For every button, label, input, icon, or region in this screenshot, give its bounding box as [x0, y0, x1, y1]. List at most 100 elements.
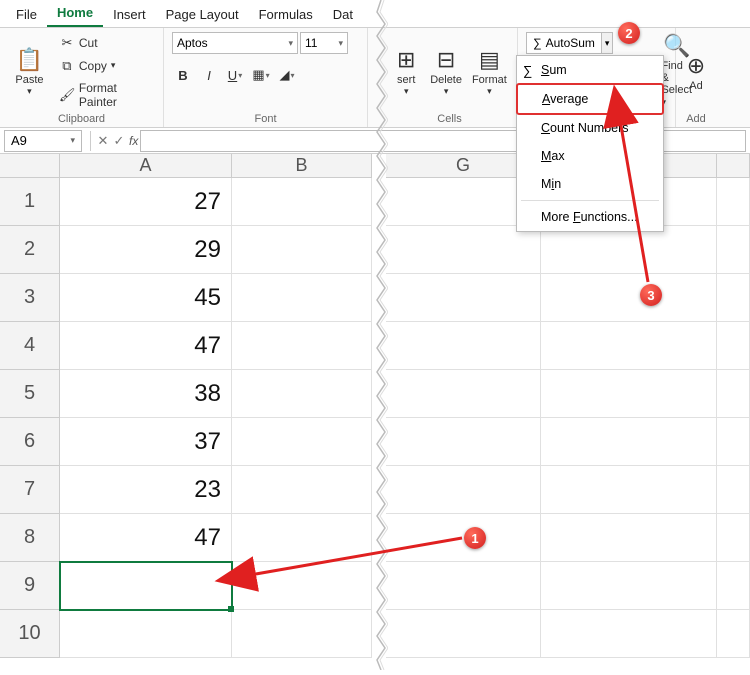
- cell[interactable]: [717, 274, 750, 322]
- cell[interactable]: [717, 418, 750, 466]
- col-header[interactable]: B: [232, 154, 372, 178]
- cell[interactable]: [541, 322, 717, 370]
- cell[interactable]: 47: [60, 322, 232, 370]
- row-header[interactable]: 8: [0, 514, 60, 562]
- cell[interactable]: [232, 274, 372, 322]
- format-cells-button[interactable]: ▤ Format▾: [470, 32, 509, 111]
- paste-button[interactable]: 📋 Paste ▾: [8, 32, 51, 111]
- fill-color-button[interactable]: ◢▾: [276, 64, 298, 86]
- font-name-combo[interactable]: Aptos▾: [172, 32, 298, 54]
- cell[interactable]: [232, 610, 372, 658]
- row-header[interactable]: 4: [0, 322, 60, 370]
- fx-icon[interactable]: fx: [129, 134, 138, 148]
- col-header[interactable]: [717, 154, 750, 178]
- cell[interactable]: [541, 466, 717, 514]
- cell[interactable]: [386, 466, 541, 514]
- tab-data[interactable]: Dat: [323, 3, 363, 27]
- chevron-down-icon: ▾: [70, 135, 75, 146]
- cell[interactable]: [541, 274, 717, 322]
- row-header[interactable]: 6: [0, 418, 60, 466]
- cell[interactable]: [232, 370, 372, 418]
- menu-item-average[interactable]: Average: [516, 83, 664, 115]
- row-header[interactable]: 3: [0, 274, 60, 322]
- cell[interactable]: [60, 610, 232, 658]
- font-size-combo[interactable]: 11▾: [300, 32, 348, 54]
- cell[interactable]: [232, 226, 372, 274]
- borders-button[interactable]: ▦▾: [250, 64, 272, 86]
- bold-button[interactable]: B: [172, 64, 194, 86]
- cell[interactable]: [717, 466, 750, 514]
- cell[interactable]: [541, 610, 717, 658]
- cell[interactable]: [541, 370, 717, 418]
- format-painter-button[interactable]: 🖌 Format Painter: [55, 80, 155, 110]
- menu-item-min[interactable]: Min: [517, 170, 663, 198]
- tab-file[interactable]: File: [6, 3, 47, 27]
- row-header[interactable]: 1: [0, 178, 60, 226]
- ribbon-tabs: File Home Insert Page Layout Formulas Da…: [0, 0, 750, 28]
- cell[interactable]: [386, 274, 541, 322]
- scissors-icon: ✂: [59, 35, 75, 51]
- insert-cells-icon: ⊞: [397, 46, 415, 74]
- cell[interactable]: [232, 466, 372, 514]
- cell[interactable]: [717, 322, 750, 370]
- cut-button[interactable]: ✂ Cut: [55, 34, 155, 52]
- cell[interactable]: [232, 178, 372, 226]
- cell[interactable]: [386, 418, 541, 466]
- addins-button[interactable]: ⊕ Ad: [684, 32, 708, 111]
- cell[interactable]: [232, 418, 372, 466]
- cell[interactable]: 38: [60, 370, 232, 418]
- cell[interactable]: [717, 178, 750, 226]
- cell[interactable]: [386, 226, 541, 274]
- enter-icon[interactable]: ✓: [111, 133, 127, 149]
- cell[interactable]: [386, 370, 541, 418]
- insert-cells-button[interactable]: ⊞ sert▾: [390, 32, 422, 111]
- row-header[interactable]: 5: [0, 370, 60, 418]
- cell-selected[interactable]: [60, 562, 232, 610]
- cell[interactable]: [541, 562, 717, 610]
- cancel-icon[interactable]: ✕: [95, 133, 111, 149]
- cell[interactable]: [386, 610, 541, 658]
- autosum-button[interactable]: ∑ AutoSum: [527, 36, 601, 50]
- cell[interactable]: [232, 514, 372, 562]
- cell[interactable]: [232, 562, 372, 610]
- italic-button[interactable]: I: [198, 64, 220, 86]
- cell[interactable]: [541, 418, 717, 466]
- tab-insert[interactable]: Insert: [103, 3, 156, 27]
- autosum-dropdown[interactable]: ▾: [601, 33, 613, 53]
- select-all-corner[interactable]: [0, 154, 60, 178]
- menu-item-max[interactable]: Max: [517, 142, 663, 170]
- cell[interactable]: 29: [60, 226, 232, 274]
- cell[interactable]: [717, 610, 750, 658]
- name-box[interactable]: A9▾: [4, 130, 82, 152]
- cell[interactable]: [386, 562, 541, 610]
- col-header[interactable]: A: [60, 154, 232, 178]
- sigma-icon: ∑: [533, 36, 542, 50]
- cell[interactable]: [541, 514, 717, 562]
- tab-formulas[interactable]: Formulas: [249, 3, 323, 27]
- cell[interactable]: [717, 226, 750, 274]
- row-header[interactable]: 10: [0, 610, 60, 658]
- sigma-icon: ∑: [523, 63, 532, 78]
- cell[interactable]: [386, 322, 541, 370]
- underline-button[interactable]: U▾: [224, 64, 246, 86]
- cell[interactable]: [232, 322, 372, 370]
- cell[interactable]: 37: [60, 418, 232, 466]
- menu-item-sum[interactable]: ∑ Sum: [517, 56, 663, 84]
- cell[interactable]: [717, 562, 750, 610]
- menu-item-more-functions[interactable]: More Functions...: [517, 203, 663, 231]
- cell[interactable]: [717, 514, 750, 562]
- cell[interactable]: [541, 226, 717, 274]
- cell[interactable]: 27: [60, 178, 232, 226]
- row-header[interactable]: 7: [0, 466, 60, 514]
- menu-item-count[interactable]: Count Numbers: [517, 114, 663, 142]
- cell[interactable]: 23: [60, 466, 232, 514]
- copy-button[interactable]: ⧉ Copy ▾: [55, 57, 155, 75]
- row-header[interactable]: 2: [0, 226, 60, 274]
- cell[interactable]: [717, 370, 750, 418]
- cell[interactable]: 45: [60, 274, 232, 322]
- tab-home[interactable]: Home: [47, 1, 103, 27]
- delete-cells-button[interactable]: ⊟ Delete▾: [426, 32, 465, 111]
- row-header[interactable]: 9: [0, 562, 60, 610]
- cell[interactable]: 47: [60, 514, 232, 562]
- tab-page-layout[interactable]: Page Layout: [156, 3, 249, 27]
